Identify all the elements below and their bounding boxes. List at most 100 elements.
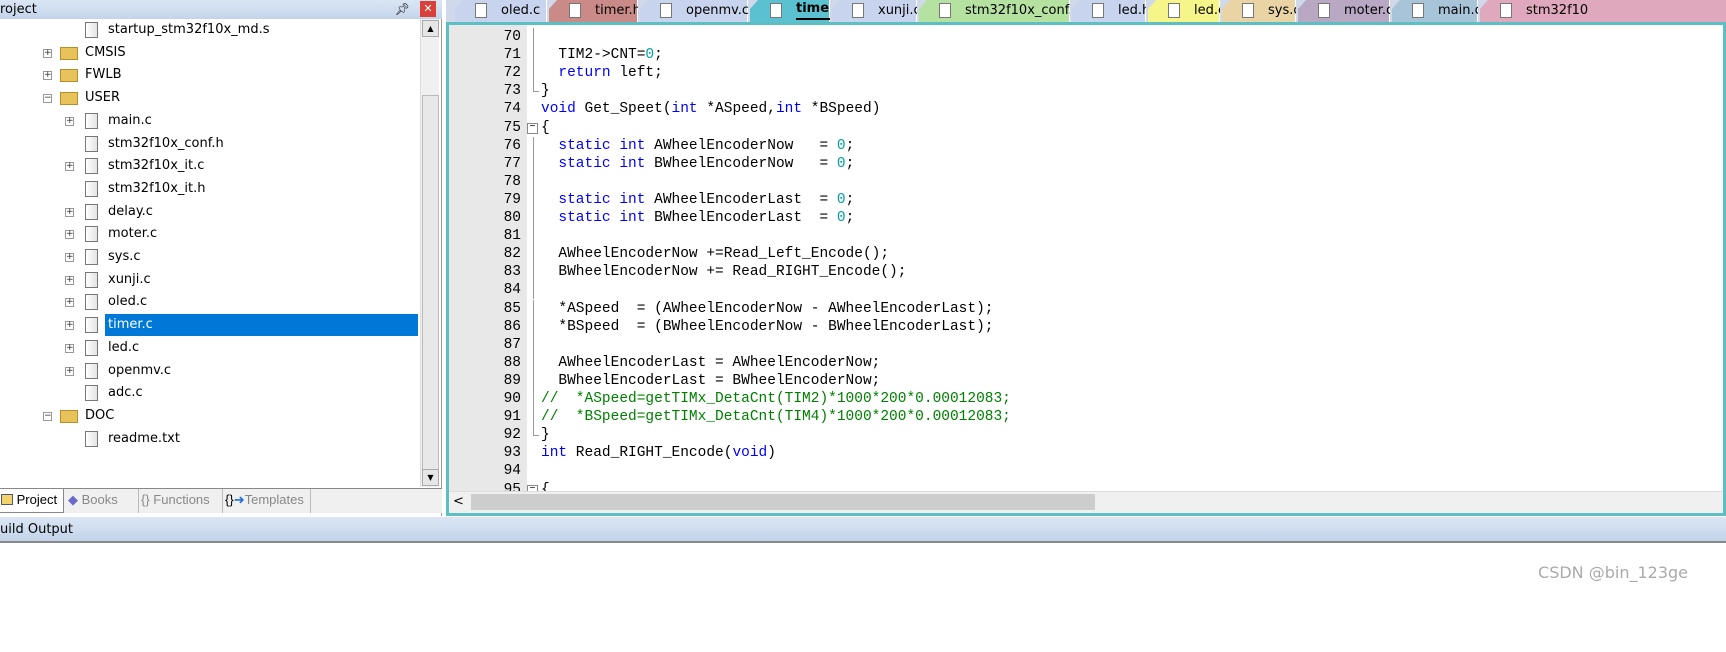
tab-led-c[interactable]: led.c — [1148, 0, 1220, 22]
tab-led-h[interactable]: led.h — [1072, 0, 1146, 22]
tree-item[interactable]: + main.c — [0, 110, 420, 132]
tree-item[interactable]: + openmv.c — [0, 360, 420, 382]
code-token: 0 — [836, 191, 846, 208]
tab-stm32f10x-conf-h[interactable]: stm32f10x_conf.h — [919, 0, 1070, 22]
close-icon[interactable]: ✕ — [420, 1, 436, 17]
fold-line — [533, 64, 534, 83]
tree-item[interactable]: readme.txt — [0, 428, 420, 450]
code-lines[interactable]: 70 71 TIM2->CNT=0; 72 return left; 73} 74 voi… — [449, 25, 1723, 491]
expand-icon[interactable]: + — [65, 116, 74, 126]
tree-item[interactable]: − USER — [0, 87, 420, 109]
file-icon — [85, 362, 98, 379]
tree-item[interactable]: + oled.c — [0, 291, 420, 313]
expand-icon[interactable]: + — [43, 71, 52, 81]
file-icon — [1242, 3, 1254, 18]
code-token: AWheelEncoderLast = AWheelEncoderNow; — [541, 354, 881, 371]
pin-icon[interactable]: 📌︎ — [395, 0, 410, 19]
tab-project[interactable]: Project — [0, 489, 64, 513]
tree-item-label: timer.c — [105, 314, 418, 337]
code-text: int Read_RIGHT_Encode(void) — [541, 444, 776, 462]
fold-collapse-icon[interactable]: − — [527, 122, 538, 134]
tree-item[interactable]: + moter.c — [0, 223, 420, 245]
collapse-icon[interactable]: − — [43, 411, 52, 421]
expand-icon[interactable]: + — [65, 343, 74, 353]
project-panel-tabs: Project ◆ Books {} Functions {}➜Template… — [0, 488, 442, 513]
line-number: 73 — [503, 83, 521, 100]
tree-item[interactable]: startup_stm32f10x_md.s — [0, 19, 420, 41]
code-token: int — [671, 101, 698, 118]
code-line: 71 TIM2->CNT=0; — [449, 46, 1719, 65]
tree-item[interactable]: + CMSIS — [0, 42, 420, 64]
file-tabs: oled.c timer.h openmv.c timer.c xunji.c stm32… — [446, 0, 1726, 22]
tab-openmv-c[interactable]: openmv.c — [640, 0, 748, 22]
tab-oled-c[interactable]: oled.c — [455, 0, 547, 22]
tree-item-label: stm32f10x_conf.h — [108, 135, 224, 151]
code-token: // *ASpeed=getTIMx_DetaCnt(TIM2)*1000*20… — [541, 391, 1011, 407]
tab-moter-c[interactable]: moter.c — [1298, 0, 1390, 22]
tree-item[interactable]: stm32f10x_conf.h — [0, 133, 420, 155]
tab-xunji-c[interactable]: xunji.c — [832, 0, 917, 22]
expand-icon[interactable]: + — [65, 253, 74, 262]
tree-item[interactable]: + delay.c — [0, 201, 420, 223]
tab-timer-c[interactable]: timer.c — [750, 0, 830, 22]
tree-item[interactable]: + timer.c — [0, 314, 420, 337]
panel-title-text: roject — [0, 2, 37, 17]
expand-icon[interactable]: + — [65, 275, 74, 285]
tree-item-label: openmv.c — [108, 362, 172, 378]
tree-item-label: adc.c — [108, 385, 143, 401]
tree-item[interactable]: + led.c — [0, 337, 420, 359]
code-text: void Get_Speet(int *ASpeed,int *BSpeed) — [541, 100, 880, 118]
tree-item[interactable]: + xunji.c — [0, 269, 420, 291]
horizontal-scrollbar[interactable]: < — [449, 491, 1723, 513]
expand-icon[interactable]: + — [65, 207, 74, 217]
scroll-left-button[interactable]: < — [453, 494, 464, 509]
code-editor[interactable]: 70 71 TIM2->CNT=0; 72 return left; 73} 74 voi… — [446, 22, 1726, 516]
scroll-up-button[interactable]: ▲ — [422, 20, 439, 37]
horizontal-scroll-thumb[interactable] — [471, 494, 1095, 510]
expand-icon[interactable]: + — [65, 321, 74, 331]
collapse-icon[interactable]: − — [43, 94, 52, 104]
code-line: 85 *ASpeed = (AWheelEncoderNow - AWheelE… — [449, 299, 1719, 318]
code-token: left; — [610, 65, 663, 82]
code-token: return — [558, 65, 611, 82]
tab-stm32f10[interactable]: stm32f10 — [1480, 0, 1726, 22]
tab-timer-h[interactable]: timer.h — [549, 0, 638, 22]
code-text: BWheelEncoderLast = BWheelEncoderNow; — [541, 372, 880, 390]
tree-item-label: stm32f10x_it.h — [108, 180, 206, 196]
expand-icon[interactable]: + — [65, 298, 74, 308]
tab-sys-c[interactable]: sys.c — [1222, 0, 1296, 22]
line-number: 93 — [503, 445, 521, 462]
code-text: { — [541, 119, 550, 137]
tab-label: moter.c — [1344, 3, 1394, 18]
tab-functions-label: {} Functions — [141, 492, 210, 507]
tab-main-c[interactable]: main.c — [1392, 0, 1478, 22]
code-line: 86 *BSpeed = (BWheelEncoderNow - BWheelE… — [449, 317, 1719, 336]
file-icon — [85, 385, 98, 402]
tree-vertical-scrollbar[interactable]: ▲ ▼ — [420, 19, 439, 487]
expand-icon[interactable]: + — [65, 366, 74, 376]
scroll-thumb[interactable] — [422, 95, 439, 480]
code-line: 74 void Get_Speet(int *ASpeed,int *BSpeed… — [449, 100, 1719, 118]
code-line: 83 BWheelEncoderNow += Read_RIGHT_Encode… — [449, 263, 1719, 282]
tab-functions[interactable]: {} Functions — [138, 489, 210, 513]
tree-item[interactable]: + FWLB — [0, 64, 420, 86]
fold-line — [533, 28, 534, 46]
code-text: BWheelEncoderNow += Read_RIGHT_Encode(); — [541, 263, 906, 281]
tab-books[interactable]: ◆ Books — [68, 489, 118, 513]
expand-icon[interactable]: + — [43, 48, 52, 58]
code-token: Get_Speet( — [575, 101, 672, 118]
tree-item[interactable]: + stm32f10x_it.c — [0, 155, 420, 177]
expand-icon[interactable]: + — [65, 162, 74, 172]
tree-item[interactable]: stm32f10x_it.h — [0, 178, 420, 200]
tree-item[interactable]: − DOC — [0, 405, 420, 427]
tree-item[interactable]: adc.c — [0, 382, 420, 404]
tree-item[interactable]: + sys.c — [0, 246, 420, 268]
tab-templates[interactable]: {}➜Templates — [222, 489, 311, 513]
expand-icon[interactable]: + — [65, 230, 74, 240]
code-text: return left; — [541, 64, 663, 82]
scroll-down-button[interactable]: ▼ — [422, 469, 439, 486]
code-token: // *BSpeed=getTIMx_DetaCnt(TIM4)*1000*20… — [541, 409, 1011, 426]
code-token: *ASpeed = (AWheelEncoderNow - AWheelEnco… — [541, 300, 994, 317]
file-icon — [1092, 3, 1104, 18]
